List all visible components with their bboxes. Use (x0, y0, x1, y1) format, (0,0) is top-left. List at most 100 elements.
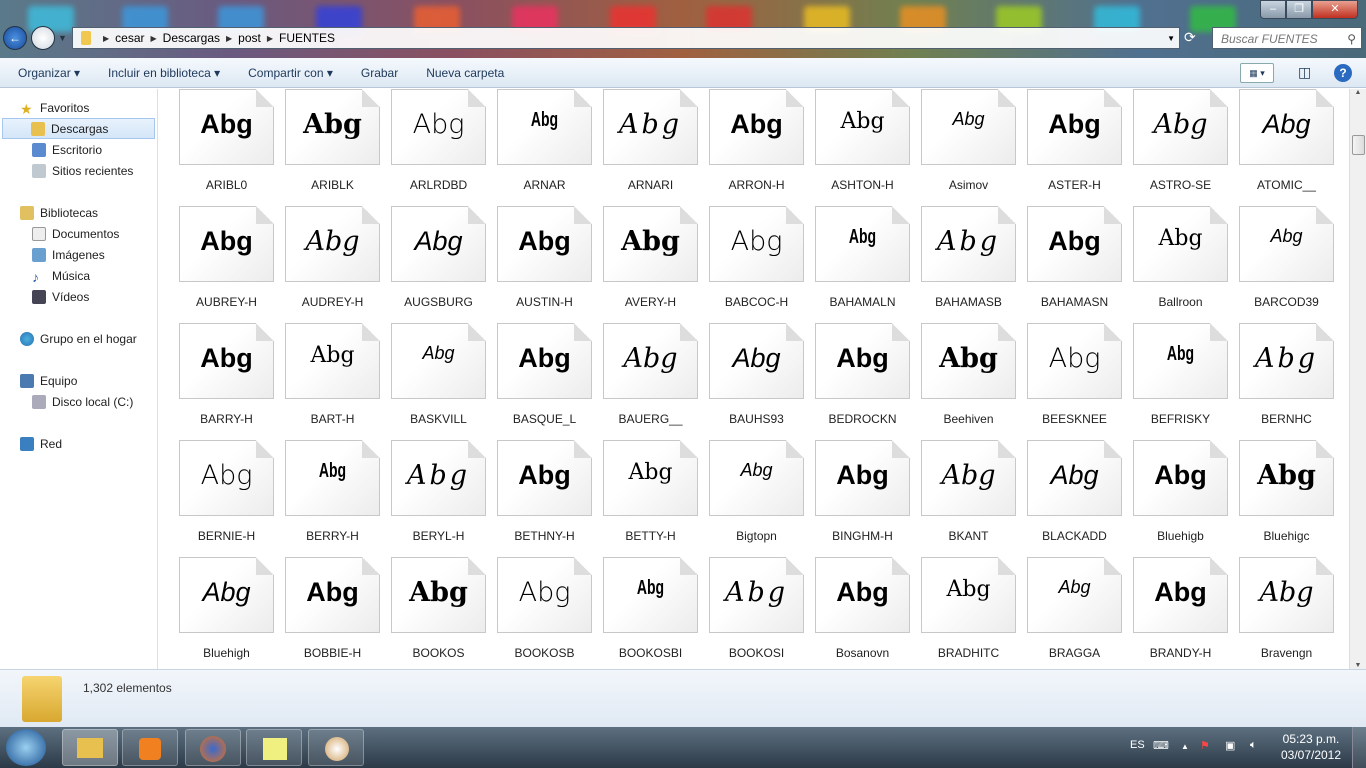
font-file-item[interactable]: Abg BOOKOSBI (583, 557, 698, 667)
font-file-item[interactable]: Abg AUDREY-H (265, 206, 380, 316)
font-file-item[interactable]: Abg BASQUE_L (477, 323, 592, 433)
font-file-item[interactable]: Abg BEESKNEE (1007, 323, 1122, 433)
maximize-button[interactable]: ❐ (1286, 0, 1312, 19)
font-file-item[interactable]: Abg ARRON-H (689, 89, 804, 199)
clock[interactable]: 05:23 p.m. 03/07/2012 (1278, 731, 1344, 763)
font-file-item[interactable]: Abg BEDROCKN (795, 323, 910, 433)
font-file-item[interactable]: Abg BAUERG__ (583, 323, 698, 433)
font-file-item[interactable]: Abg Ballroon (1113, 206, 1228, 316)
font-file-item[interactable]: Abg ASTRO-SE (1113, 89, 1228, 199)
font-file-item[interactable]: Abg Bosanovn (795, 557, 910, 667)
action-center-icon[interactable]: ⚑ (1200, 739, 1210, 752)
font-file-item[interactable]: Abg BINGHM-H (795, 440, 910, 550)
search-input[interactable]: Buscar FUENTES ⚲ (1212, 27, 1362, 49)
sidebar-item-videos[interactable]: Vídeos (0, 286, 157, 307)
font-file-item[interactable]: Abg AUBREY-H (159, 206, 274, 316)
organize-button[interactable]: Organizar ▾ (18, 66, 80, 80)
font-file-item[interactable]: Abg BASKVILL (371, 323, 486, 433)
font-file-item[interactable]: Abg BOOKOSI (689, 557, 804, 667)
forward-button[interactable] (31, 26, 55, 50)
font-file-item[interactable]: Abg BOOKOS (371, 557, 486, 667)
new-folder-button[interactable]: Nueva carpeta (426, 66, 504, 80)
font-file-item[interactable]: Abg BETTY-H (583, 440, 698, 550)
scroll-up-arrow[interactable]: ▲ (1350, 89, 1366, 96)
address-dropdown[interactable]: ▼ (1167, 34, 1175, 43)
network-tray-icon[interactable]: ▣ (1225, 739, 1235, 752)
taskbar-explorer[interactable] (62, 729, 118, 766)
sidebar-item-imagenes[interactable]: Imágenes (0, 244, 157, 265)
font-file-item[interactable]: Abg ATOMIC__ (1219, 89, 1334, 199)
refresh-button[interactable]: ⟳ (1184, 29, 1206, 49)
sidebar-item-sitios-recientes[interactable]: Sitios recientes (0, 160, 157, 181)
font-file-item[interactable]: Abg BKANT (901, 440, 1016, 550)
burn-button[interactable]: Grabar (361, 66, 398, 80)
sidebar-item-documentos[interactable]: Documentos (0, 223, 157, 244)
taskbar-media-player[interactable] (122, 729, 178, 766)
language-indicator[interactable]: ES (1130, 739, 1145, 751)
font-file-item[interactable]: Abg Asimov (901, 89, 1016, 199)
sidebar-item-descargas[interactable]: Descargas (2, 118, 155, 139)
sidebar-item-local-disk[interactable]: Disco local (C:) (0, 391, 157, 412)
font-file-item[interactable]: Abg Bluehigh (159, 557, 274, 667)
taskbar-paint[interactable] (308, 729, 364, 766)
font-file-item[interactable]: Abg BART-H (265, 323, 380, 433)
font-file-item[interactable]: Abg Bluehigb (1113, 440, 1228, 550)
font-file-item[interactable]: Abg BARCOD39 (1219, 206, 1334, 316)
font-file-item[interactable]: Abg BEFRISKY (1113, 323, 1228, 433)
font-file-item[interactable]: Abg BRAGGA (1007, 557, 1122, 667)
scroll-down-arrow[interactable]: ▼ (1350, 662, 1366, 669)
font-file-item[interactable]: Abg BRANDY-H (1113, 557, 1228, 667)
font-file-item[interactable]: Abg AUSTIN-H (477, 206, 592, 316)
help-button[interactable]: ? (1334, 64, 1352, 82)
font-file-item[interactable]: Abg Bluehigc (1219, 440, 1334, 550)
sidebar-computer[interactable]: Equipo (0, 370, 157, 391)
font-file-item[interactable]: Abg ARNAR (477, 89, 592, 199)
taskbar-sticky-notes[interactable] (246, 729, 302, 766)
font-file-item[interactable]: Abg BRADHITC (901, 557, 1016, 667)
font-file-item[interactable]: Abg BERNHC (1219, 323, 1334, 433)
font-file-item[interactable]: Abg AUGSBURG (371, 206, 486, 316)
font-file-item[interactable]: Abg ASHTON-H (795, 89, 910, 199)
minimize-button[interactable]: – (1260, 0, 1286, 19)
font-file-item[interactable]: Abg BOOKOSB (477, 557, 592, 667)
sidebar-item-musica[interactable]: ♪ Música (0, 265, 157, 286)
address-bar[interactable]: ▶ cesar ▶ Descargas ▶ post ▶ FUENTES ▼ (72, 27, 1180, 49)
font-file-item[interactable]: Abg Beehiven (901, 323, 1016, 433)
recent-pages-dropdown[interactable]: ▼ (58, 33, 67, 43)
font-file-item[interactable]: Abg BOBBIE-H (265, 557, 380, 667)
volume-icon[interactable]: 🔈︎ (1250, 739, 1257, 752)
preview-pane-button[interactable]: ◫ (1298, 64, 1311, 81)
font-file-item[interactable]: Abg BERNIE-H (159, 440, 274, 550)
share-with-button[interactable]: Compartir con ▾ (248, 66, 333, 80)
sidebar-homegroup[interactable]: Grupo en el hogar (0, 328, 157, 349)
font-file-item[interactable]: Abg ARNARI (583, 89, 698, 199)
font-file-item[interactable]: Abg AVERY-H (583, 206, 698, 316)
breadcrumb-fuentes[interactable]: FUENTES (279, 31, 335, 45)
font-file-item[interactable]: Abg BLACKADD (1007, 440, 1122, 550)
change-view-button[interactable]: ▦ ▾ (1240, 63, 1274, 83)
breadcrumb-cesar[interactable]: cesar (115, 31, 144, 45)
font-file-item[interactable]: Abg ASTER-H (1007, 89, 1122, 199)
font-file-item[interactable]: Abg BETHNY-H (477, 440, 592, 550)
keyboard-icon[interactable]: ⌨ (1153, 739, 1169, 752)
taskbar-firefox[interactable] (185, 729, 241, 766)
font-file-item[interactable]: Abg BAHAMASN (1007, 206, 1122, 316)
breadcrumb-post[interactable]: post (238, 31, 261, 45)
font-file-item[interactable]: Abg Bigtopn (689, 440, 804, 550)
font-file-item[interactable]: Abg BAHAMALN (795, 206, 910, 316)
sidebar-item-escritorio[interactable]: Escritorio (0, 139, 157, 160)
font-file-item[interactable]: Abg ARIBL0 (159, 89, 274, 199)
font-file-item[interactable]: Abg BERYL-H (371, 440, 486, 550)
font-file-item[interactable]: Abg BERRY-H (265, 440, 380, 550)
font-file-item[interactable]: Abg BABCOC-H (689, 206, 804, 316)
sidebar-bibliotecas[interactable]: Bibliotecas (0, 202, 157, 223)
scrollbar-thumb[interactable] (1352, 135, 1365, 155)
sidebar-network[interactable]: Red (0, 433, 157, 454)
start-button[interactable] (6, 729, 46, 766)
font-file-item[interactable]: Abg BAHAMASB (901, 206, 1016, 316)
font-file-item[interactable]: Abg BAUHS93 (689, 323, 804, 433)
vertical-scrollbar[interactable]: ▲ ▼ (1349, 89, 1366, 669)
font-file-item[interactable]: Abg BARRY-H (159, 323, 274, 433)
font-file-item[interactable]: Abg ARIBLK (265, 89, 380, 199)
include-in-library-button[interactable]: Incluir en biblioteca ▾ (108, 66, 220, 80)
